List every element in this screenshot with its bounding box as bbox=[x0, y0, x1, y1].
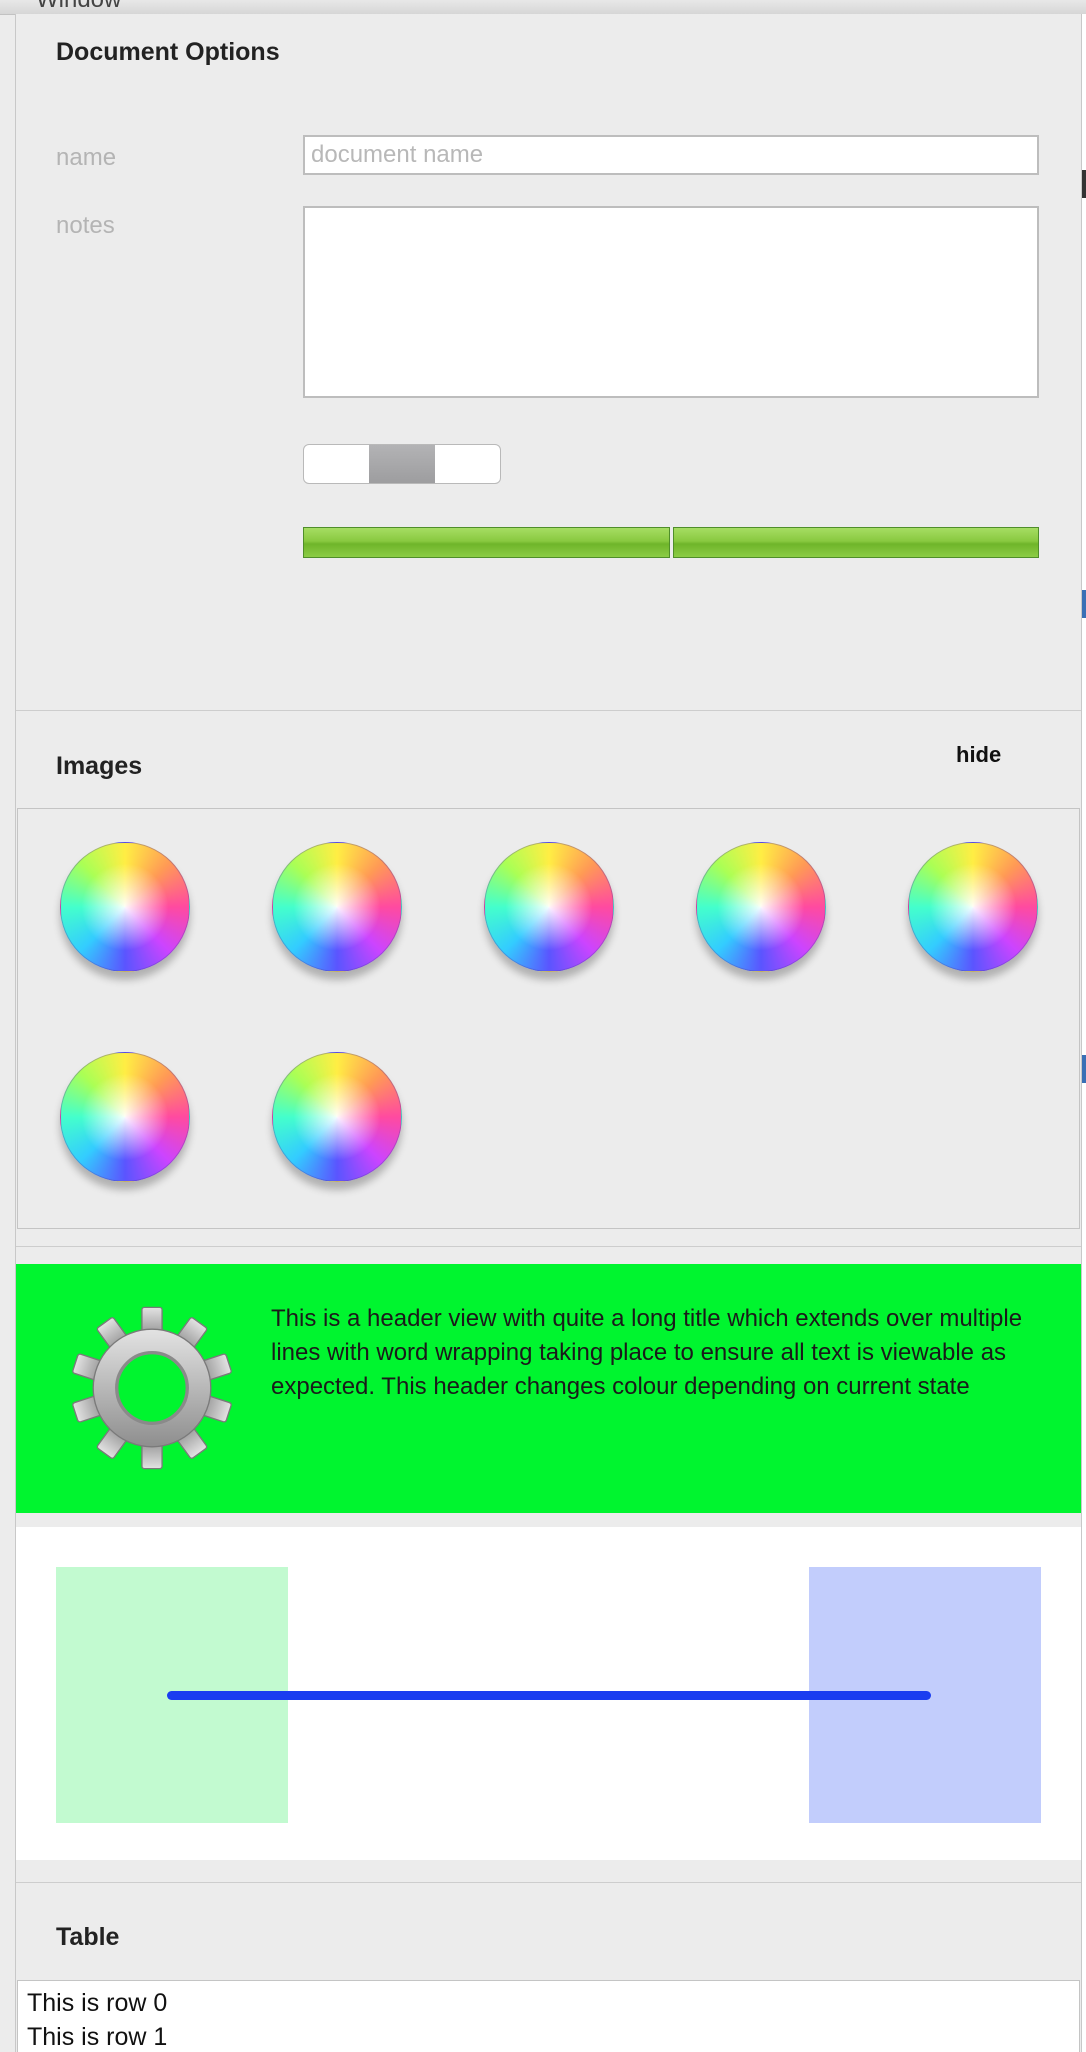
segment-1-selected[interactable] bbox=[369, 445, 435, 483]
name-label: name bbox=[56, 144, 117, 171]
table-row[interactable]: This is row 1 bbox=[27, 2023, 167, 2052]
color-wheel-icon[interactable] bbox=[696, 842, 826, 972]
color-wheel-icon[interactable] bbox=[908, 842, 1038, 972]
options-panel: Document Options name notes Images hide bbox=[15, 14, 1082, 2052]
name-input[interactable] bbox=[303, 135, 1039, 175]
progress-segment bbox=[303, 527, 670, 558]
table-row[interactable]: This is row 0 bbox=[27, 1989, 167, 2018]
gear-icon bbox=[72, 1306, 232, 1470]
window-titlebar: Window bbox=[0, 0, 1086, 15]
table-title: Table bbox=[56, 1923, 120, 1951]
notes-label: notes bbox=[56, 212, 115, 239]
header-view[interactable]: This is a header view with quite a long … bbox=[16, 1264, 1081, 1513]
window-title: Window bbox=[36, 0, 121, 14]
color-wheel-icon[interactable] bbox=[272, 1052, 402, 1182]
header-title: This is a header view with quite a long … bbox=[271, 1305, 1023, 1400]
color-wheel-icon[interactable] bbox=[484, 842, 614, 972]
connector-line[interactable] bbox=[167, 1691, 931, 1700]
color-wheel-icon[interactable] bbox=[60, 1052, 190, 1182]
image-grid bbox=[17, 808, 1080, 1229]
color-wheel-icon[interactable] bbox=[272, 842, 402, 972]
document-options-title: Document Options bbox=[56, 38, 280, 66]
drag-canvas[interactable] bbox=[16, 1527, 1081, 1860]
hide-button[interactable]: hide bbox=[956, 742, 1001, 768]
images-title: Images bbox=[56, 752, 143, 780]
section-divider bbox=[16, 1882, 1081, 1883]
notes-textarea[interactable] bbox=[303, 206, 1039, 398]
segment-2[interactable] bbox=[435, 445, 500, 483]
segment-0[interactable] bbox=[304, 445, 369, 483]
table: This is row 0 This is row 1 bbox=[17, 1980, 1080, 2052]
segmented-control[interactable] bbox=[303, 444, 501, 484]
section-divider bbox=[16, 710, 1081, 711]
section-divider bbox=[16, 1246, 1081, 1247]
color-wheel-icon[interactable] bbox=[60, 842, 190, 972]
progress-segment bbox=[672, 527, 1039, 558]
progress-indicator bbox=[303, 527, 1039, 558]
